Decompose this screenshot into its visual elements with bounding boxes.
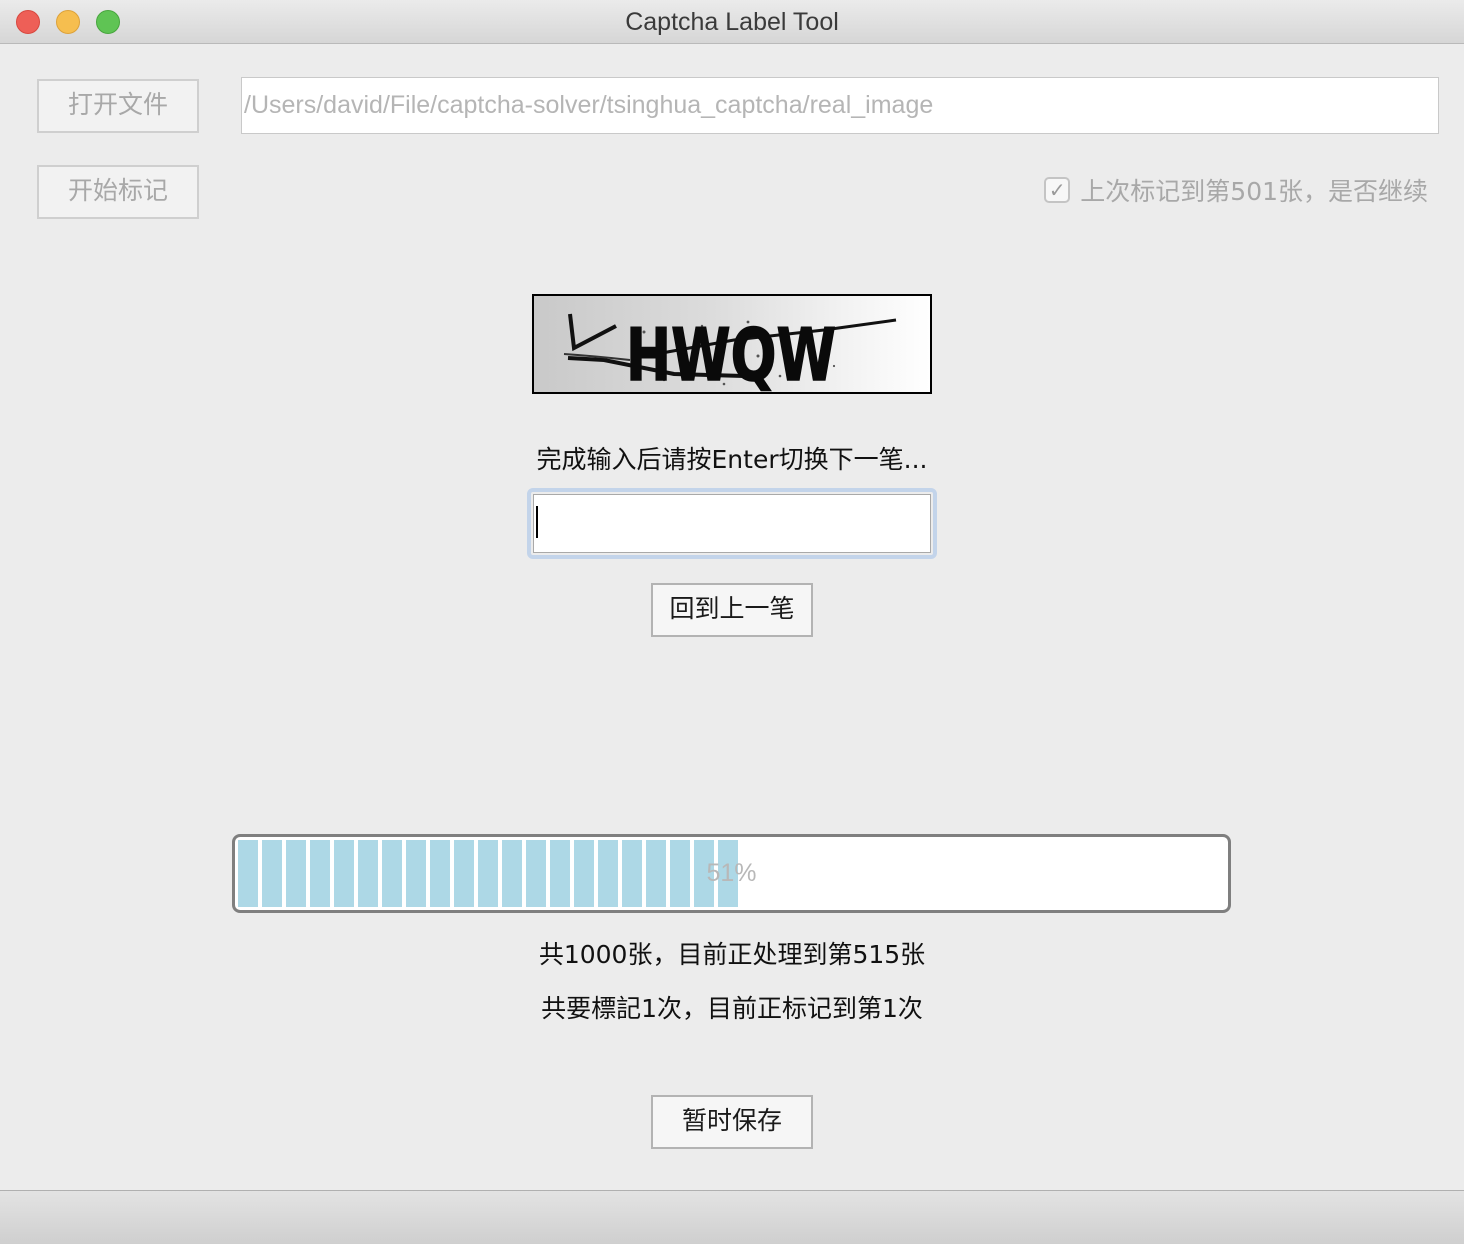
pass-count-status: 共要標記1次，目前正标记到第1次 <box>541 994 923 1023</box>
captcha-drawing: HWQW <box>563 312 897 392</box>
checkmark-icon: ✓ <box>1048 178 1066 202</box>
continue-option[interactable]: ✓ 上次标记到第501张，是否继续 <box>1044 172 1428 208</box>
image-count-status: 共1000张，目前正处理到第515张 <box>538 940 926 969</box>
continue-label: 上次标记到第501张，是否继续 <box>1080 177 1428 206</box>
input-instruction: 完成输入后请按Enter切换下一笔... <box>536 445 928 474</box>
title-bar[interactable]: Captcha Label Tool <box>0 0 1464 44</box>
captcha-answer-input[interactable] <box>533 494 931 553</box>
start-labeling-button[interactable]: 开始标记 <box>37 165 199 219</box>
continue-checkbox[interactable]: ✓ <box>1044 177 1071 203</box>
captcha-text: HWQW <box>626 313 836 392</box>
open-file-button[interactable]: 打开文件 <box>37 79 199 133</box>
app-window: Captcha Label Tool 打开文件 /Users/david/Fil… <box>0 0 1464 1244</box>
bottom-bar <box>0 1190 1464 1244</box>
folder-path-field[interactable]: /Users/david/File/captcha-solver/tsinghu… <box>241 77 1439 134</box>
window-title: Captcha Label Tool <box>625 8 839 36</box>
previous-item-button[interactable]: 回到上一笔 <box>651 583 813 637</box>
progress-bar: 51% <box>232 834 1231 913</box>
text-caret <box>536 506 538 538</box>
save-button[interactable]: 暂时保存 <box>651 1095 813 1149</box>
progress-percent: 51% <box>706 859 757 887</box>
captcha-image: HWQW <box>532 294 932 394</box>
